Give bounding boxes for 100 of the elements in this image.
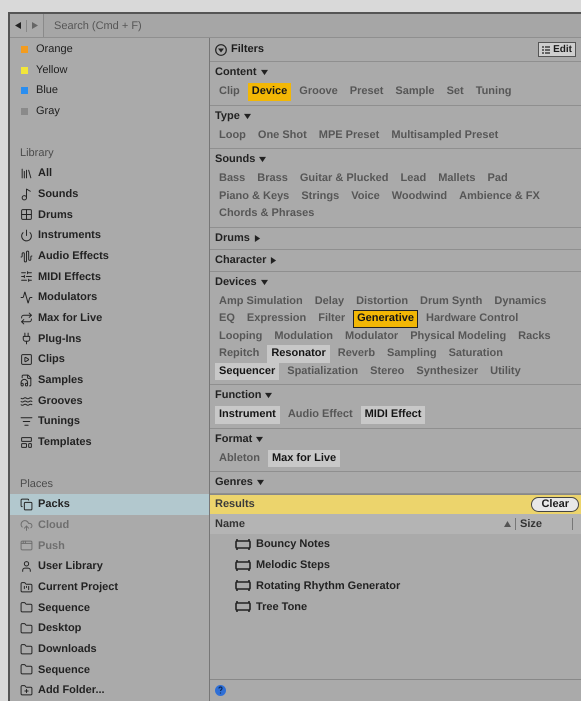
filter-tag[interactable]: Synthesizer — [412, 362, 482, 380]
filter-tag[interactable]: Pad — [484, 170, 512, 188]
filter-tag[interactable]: Audio Effect — [284, 406, 357, 424]
filter-section-header[interactable]: Format — [215, 428, 577, 450]
library-item[interactable]: Templates — [10, 432, 209, 453]
filter-tag[interactable]: Strings — [297, 188, 344, 205]
filter-tag[interactable]: Preset — [346, 83, 388, 100]
filter-tag[interactable]: MIDI Effect — [360, 406, 426, 424]
filter-tag[interactable]: Reverb — [334, 345, 380, 362]
filter-tag[interactable]: Hardware Control — [422, 310, 522, 328]
filter-tag[interactable]: Dynamics — [490, 292, 550, 310]
color-label-item[interactable]: Blue — [10, 80, 209, 102]
filter-tag[interactable]: Ableton — [215, 450, 264, 467]
filter-tag[interactable]: Sample — [391, 83, 439, 100]
column-header[interactable]: Name — [215, 516, 504, 532]
result-row[interactable]: Rotating Rhythm Generator — [210, 576, 581, 596]
library-item[interactable]: Grooves — [10, 390, 209, 412]
color-label-item[interactable]: Gray — [10, 101, 209, 122]
library-item[interactable]: Audio Effects — [10, 246, 209, 267]
library-item[interactable]: Plug-Ins — [10, 328, 209, 350]
place-item[interactable]: Sequence — [10, 660, 209, 680]
filter-tag[interactable]: Woodwind — [388, 188, 452, 205]
search-field[interactable]: Search (Cmd + F) — [44, 14, 581, 37]
filter-section-header[interactable]: Sounds — [215, 149, 577, 170]
library-item[interactable]: Drums — [10, 204, 209, 226]
filter-tag[interactable]: Utility — [486, 362, 525, 380]
library-item[interactable]: Tunings — [10, 411, 209, 432]
filter-tag[interactable]: Ambience & FX — [455, 188, 544, 205]
filter-tag[interactable]: Modulator — [341, 328, 402, 345]
place-item[interactable]: Sequence — [10, 598, 209, 618]
filter-tag[interactable]: Expression — [242, 310, 310, 328]
sort-arrow-icon[interactable] — [504, 521, 511, 527]
filter-tag[interactable]: Set — [442, 83, 468, 100]
filter-tag[interactable]: Mallets — [434, 170, 480, 188]
filter-section-header[interactable]: Genres — [215, 472, 577, 493]
filter-tag[interactable]: Spatialization — [283, 362, 362, 380]
filter-tag[interactable]: Modulation — [270, 328, 338, 345]
filter-tag[interactable]: Distortion — [352, 292, 412, 310]
filter-section-header[interactable]: Character — [215, 250, 577, 270]
filter-tag[interactable]: Chords & Phrases — [215, 205, 318, 222]
filter-tag[interactable]: Delay — [310, 292, 348, 310]
place-item[interactable]: Add Folder... — [10, 680, 209, 701]
filter-tag[interactable]: Voice — [347, 188, 384, 205]
filter-tag[interactable]: Bass — [215, 170, 250, 188]
filter-tag[interactable]: One Shot — [254, 126, 311, 144]
filter-tag[interactable]: Multisampled Preset — [387, 126, 502, 144]
filter-tag[interactable]: Sequencer — [215, 362, 280, 380]
filter-tag[interactable]: MPE Preset — [314, 126, 384, 144]
place-item[interactable]: User Library — [10, 556, 209, 577]
filter-section-header[interactable]: Drums — [215, 228, 577, 248]
filter-tag[interactable]: Drum Synth — [416, 292, 486, 310]
library-item[interactable]: Samples — [10, 370, 209, 391]
filter-tag[interactable]: Sampling — [383, 345, 441, 362]
place-item[interactable]: Packs — [10, 494, 209, 515]
edit-button[interactable]: Edit — [538, 42, 576, 57]
info-icon[interactable] — [215, 685, 226, 696]
filter-tag[interactable]: Resonator — [267, 345, 330, 362]
filter-tag[interactable]: EQ — [215, 310, 239, 328]
library-item[interactable]: All — [10, 163, 209, 184]
filter-tag[interactable]: Racks — [514, 328, 555, 345]
filter-tag[interactable]: Max for Live — [268, 450, 340, 467]
place-item[interactable]: Downloads — [10, 638, 209, 660]
filter-section-header[interactable]: Content — [215, 62, 577, 83]
filter-tag[interactable]: Clip — [215, 83, 244, 100]
library-item[interactable]: Sounds — [10, 184, 209, 204]
place-item[interactable]: Current Project — [10, 576, 209, 598]
filter-tag[interactable]: Tuning — [472, 83, 516, 100]
column-header[interactable]: Size — [516, 516, 572, 532]
clear-button[interactable]: Clear — [531, 497, 579, 512]
filter-tag[interactable]: Device — [248, 83, 292, 100]
filter-tag[interactable]: Guitar & Plucked — [296, 170, 393, 188]
filter-tag[interactable]: Instrument — [215, 406, 280, 424]
filter-tag[interactable]: Brass — [253, 170, 292, 188]
filter-tag[interactable]: Stereo — [366, 362, 408, 380]
filter-tag[interactable]: Piano & Keys — [215, 188, 294, 205]
filter-tag[interactable]: Generative — [353, 310, 418, 328]
result-row[interactable]: Bouncy Notes — [210, 534, 581, 555]
filter-section-header[interactable]: Type — [215, 106, 577, 126]
filter-section-header[interactable]: Function — [215, 385, 577, 406]
filter-toggle-icon[interactable] — [215, 44, 227, 56]
filter-tag[interactable]: Amp Simulation — [215, 292, 307, 310]
result-row[interactable]: Tree Tone — [210, 596, 581, 618]
color-label-item[interactable]: Orange — [10, 39, 209, 60]
filter-tag[interactable]: Loop — [215, 126, 250, 144]
library-item[interactable]: MIDI Effects — [10, 266, 209, 288]
color-label-item[interactable]: Yellow — [10, 60, 209, 80]
library-item[interactable]: Clips — [10, 349, 209, 370]
library-item[interactable]: Modulators — [10, 287, 209, 308]
filter-tag[interactable]: Repitch — [215, 345, 264, 362]
result-row[interactable]: Melodic Steps — [210, 554, 581, 576]
library-item[interactable]: Max for Live — [10, 308, 209, 329]
place-item[interactable]: Desktop — [10, 618, 209, 639]
library-item[interactable]: Instruments — [10, 225, 209, 246]
filter-tag[interactable]: Looping — [215, 328, 266, 345]
filter-tag[interactable]: Physical Modeling — [406, 328, 510, 345]
filter-tag[interactable]: Saturation — [444, 345, 507, 362]
filter-tag[interactable]: Filter — [314, 310, 350, 328]
filter-tag[interactable]: Groove — [295, 83, 342, 100]
filter-tag[interactable]: Lead — [396, 170, 430, 188]
filter-section-header[interactable]: Devices — [215, 272, 577, 292]
